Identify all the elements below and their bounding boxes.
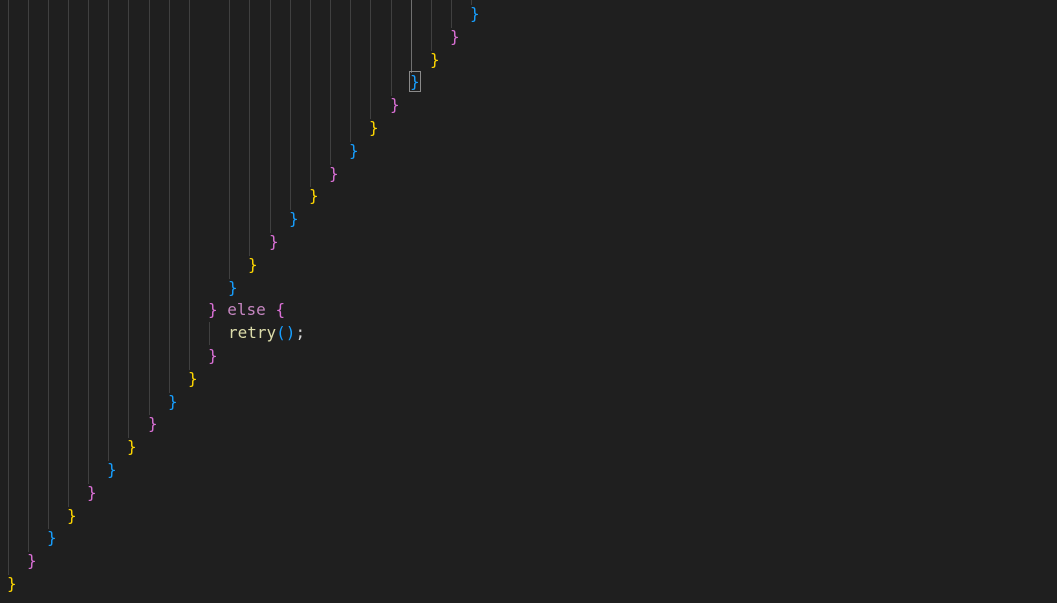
bracket-token: }: [127, 437, 137, 457]
code-line[interactable]: }: [47, 527, 57, 550]
bracket-token: }: [148, 414, 158, 434]
bracket-token: }: [450, 26, 460, 46]
code-line[interactable]: }: [127, 436, 137, 459]
code-line[interactable]: }: [188, 368, 198, 391]
bracket-token: }: [470, 4, 480, 23]
code-line[interactable]: }: [168, 391, 178, 414]
bracket-token: }: [47, 528, 57, 548]
indent-guide: [229, 0, 230, 279]
bracket-token: }: [7, 574, 17, 593]
indent-guide: [370, 0, 371, 119]
keyword-token: else: [227, 300, 266, 320]
indent-guide: [209, 322, 210, 345]
indent-guide: [169, 0, 170, 393]
bracket-token: }: [349, 140, 359, 160]
code-line[interactable]: }: [430, 49, 440, 72]
bracket-token: }: [188, 368, 198, 388]
matched-bracket-token: }: [409, 71, 421, 93]
indent-guide: [28, 0, 29, 553]
indent-guide: [350, 0, 351, 142]
bracket-token: }: [208, 300, 218, 320]
bracket-token: }: [269, 232, 279, 251]
indent-guide: [189, 0, 190, 370]
code-line[interactable]: }: [269, 231, 279, 254]
bracket-token: }: [289, 209, 299, 229]
indent-guide: [8, 0, 9, 575]
indent-guide: [270, 0, 271, 233]
bracket-token: }: [248, 254, 258, 274]
indent-guide: [149, 0, 150, 416]
bracket-token: }: [309, 186, 319, 206]
bracket-token: (): [276, 323, 296, 343]
indent-guide: [108, 0, 109, 461]
code-line[interactable]: }: [409, 71, 421, 94]
code-line[interactable]: }: [390, 94, 400, 117]
indent-guide: [451, 0, 452, 28]
code-line[interactable]: }: [349, 140, 359, 163]
bracket-token: }: [329, 163, 339, 183]
code-line[interactable]: }: [27, 550, 37, 573]
code-line[interactable]: }: [208, 345, 218, 368]
code-line[interactable]: } else {: [208, 299, 285, 322]
bracket-token: }: [168, 391, 178, 411]
code-line[interactable]: }: [470, 3, 480, 26]
code-line[interactable]: }: [7, 573, 17, 596]
code-line[interactable]: }: [329, 163, 339, 186]
indent-guide: [128, 0, 129, 439]
bracket-token: }: [107, 460, 117, 479]
code-line[interactable]: }: [148, 413, 158, 436]
indent-guide: [330, 0, 331, 165]
indent-guide: [431, 0, 432, 51]
indent-guide: [88, 0, 89, 484]
bracket-token: {: [275, 300, 286, 320]
text-token: ;: [295, 323, 306, 343]
code-editor[interactable]: }}}}}}}}}}}}}} else {retry();}}}}}}}}}}}: [0, 0, 1057, 603]
code-line[interactable]: }: [248, 254, 258, 277]
indent-guide: [391, 0, 392, 97]
indent-guide: [310, 0, 311, 188]
code-line[interactable]: }: [87, 482, 97, 505]
code-line[interactable]: }: [228, 277, 238, 300]
indent-guide: [249, 0, 250, 256]
indent-guide: [411, 0, 412, 74]
code-line[interactable]: }: [369, 117, 379, 140]
bracket-token: }: [228, 277, 238, 297]
code-line[interactable]: }: [450, 26, 460, 49]
code-line[interactable]: }: [309, 185, 319, 208]
bracket-token: }: [87, 482, 97, 502]
code-line[interactable]: }: [289, 208, 299, 231]
code-line[interactable]: retry();: [228, 322, 305, 345]
bracket-token: }: [390, 95, 400, 115]
indent-guide: [68, 0, 69, 507]
function-name-token: retry: [228, 323, 277, 343]
bracket-token: }: [430, 49, 440, 69]
bracket-token: }: [67, 505, 77, 525]
indent-guide: [290, 0, 291, 211]
code-line[interactable]: }: [107, 459, 117, 482]
bracket-token: }: [208, 346, 218, 365]
indent-guide: [48, 0, 49, 530]
bracket-token: }: [369, 118, 379, 137]
code-line[interactable]: }: [67, 505, 77, 528]
bracket-token: }: [27, 551, 37, 571]
